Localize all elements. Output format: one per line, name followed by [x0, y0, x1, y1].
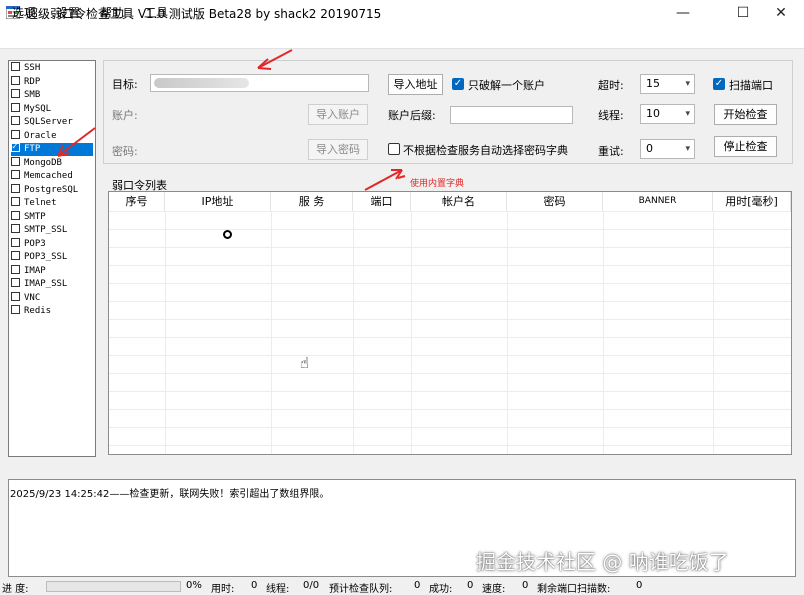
grid-row-line	[109, 391, 791, 392]
progress-label: 进 度:	[2, 584, 29, 595]
grid-row-line	[109, 301, 791, 302]
grid-row-line	[109, 337, 791, 338]
grid-row-line	[109, 283, 791, 284]
grid-row-line	[109, 409, 791, 410]
grid-row-line	[109, 265, 791, 266]
speed-label: 速度:	[482, 584, 506, 595]
crosshair-cursor-icon	[223, 230, 232, 239]
grid-row-line	[109, 229, 791, 230]
speed-value: 0	[522, 580, 529, 591]
grid-row-line	[109, 211, 791, 212]
grid-row-line	[109, 427, 791, 428]
thread-label: 线程:	[266, 584, 290, 595]
grid-row-line	[109, 355, 791, 356]
progress-percent: 0%	[186, 580, 202, 591]
remaining-label: 剩余端口扫描数:	[537, 584, 611, 595]
hand-cursor-icon: ☝	[300, 354, 310, 372]
elapsed-label: 用时:	[211, 584, 235, 595]
column-header[interactable]: 密码	[507, 192, 603, 211]
grid-row-line	[109, 373, 791, 374]
column-header[interactable]: IP地址	[165, 192, 271, 211]
column-header[interactable]: 帐户名	[411, 192, 507, 211]
result-table[interactable]: 序号 IP地址服 务端口 帐户名 密码 BANNER 用时[毫秒]	[108, 191, 792, 455]
arrow-to-ftp	[57, 127, 96, 157]
remaining-value: 0	[636, 580, 643, 591]
grid-row-line	[109, 247, 791, 248]
log-line: 2025/9/23 14:25:42——检查更新，联网失败！索引超出了数组界限。	[10, 489, 330, 500]
progress-bar	[46, 581, 181, 592]
thread-value: 0/0	[303, 580, 320, 591]
success-label: 成功:	[429, 584, 453, 595]
elapsed-value: 0	[251, 580, 258, 591]
column-header[interactable]: BANNER	[603, 192, 713, 211]
column-header[interactable]: 用时[毫秒]	[713, 192, 791, 211]
queue-label: 预计检查队列:	[329, 584, 393, 595]
grid-row-line	[109, 445, 791, 446]
column-header[interactable]: 序号	[109, 192, 165, 211]
queue-value: 0	[414, 580, 421, 591]
success-value: 0	[467, 580, 474, 591]
watermark: 掘金技术社区 @ 呐谁吃饭了	[476, 550, 729, 574]
column-header[interactable]: 端口	[353, 192, 411, 211]
column-header[interactable]: 服 务	[271, 192, 353, 211]
grid-row-line	[109, 319, 791, 320]
annotation-builtin-dict: 使用内置字典	[410, 179, 465, 189]
arrow-to-target	[257, 49, 293, 69]
